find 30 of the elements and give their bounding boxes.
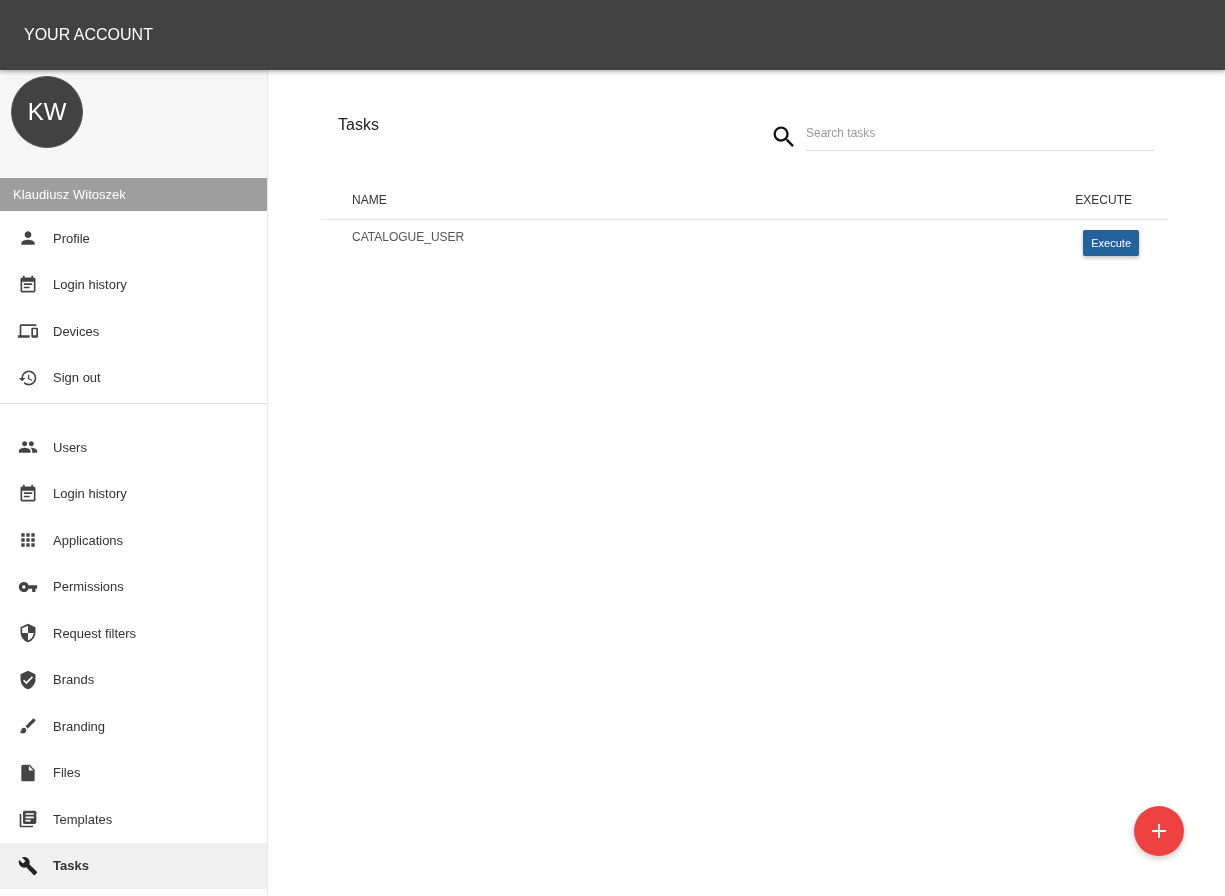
sidebar-item[interactable]: Login history — [0, 470, 267, 517]
shield-check-icon — [18, 669, 38, 690]
sidebar-item[interactable]: Users — [0, 424, 267, 471]
sidebar-item[interactable]: Login history — [0, 261, 267, 308]
sidebar-item[interactable]: Applications — [0, 517, 267, 564]
calendar-icon — [18, 483, 38, 504]
user-avatar: KW — [11, 76, 83, 148]
execute-button[interactable]: Execute — [1083, 230, 1139, 256]
sidebar-item[interactable]: Profile — [0, 215, 267, 262]
sidebar-item[interactable]: Sign out — [0, 354, 267, 401]
sidebar-item[interactable]: Request filters — [0, 610, 267, 657]
header-title: YOUR ACCOUNT — [24, 26, 153, 44]
sidebar-item[interactable]: Devices — [0, 308, 267, 355]
task-name: CATALOGUE_USER — [352, 230, 465, 244]
column-header: NAME — [352, 193, 387, 207]
column-header: EXECUTE — [1075, 193, 1132, 207]
user-name: Klaudiusz Witoszek — [0, 178, 267, 211]
sidebar-item[interactable]: Files — [0, 749, 267, 796]
shield-icon — [18, 623, 38, 644]
documents-icon — [18, 809, 38, 830]
sidebar-item[interactable]: Brands — [0, 656, 267, 703]
sidebar-item[interactable]: Templates — [0, 796, 267, 843]
sidebar-item[interactable]: Tasks — [0, 842, 267, 889]
file-icon — [18, 762, 38, 783]
wrench-icon — [18, 855, 38, 876]
sidebar-item[interactable]: Permissions — [0, 563, 267, 610]
add-button[interactable] — [1134, 806, 1184, 856]
page-title: Tasks — [338, 116, 379, 134]
calendar-icon — [18, 274, 38, 295]
sidebar-item[interactable]: Branding — [0, 703, 267, 750]
